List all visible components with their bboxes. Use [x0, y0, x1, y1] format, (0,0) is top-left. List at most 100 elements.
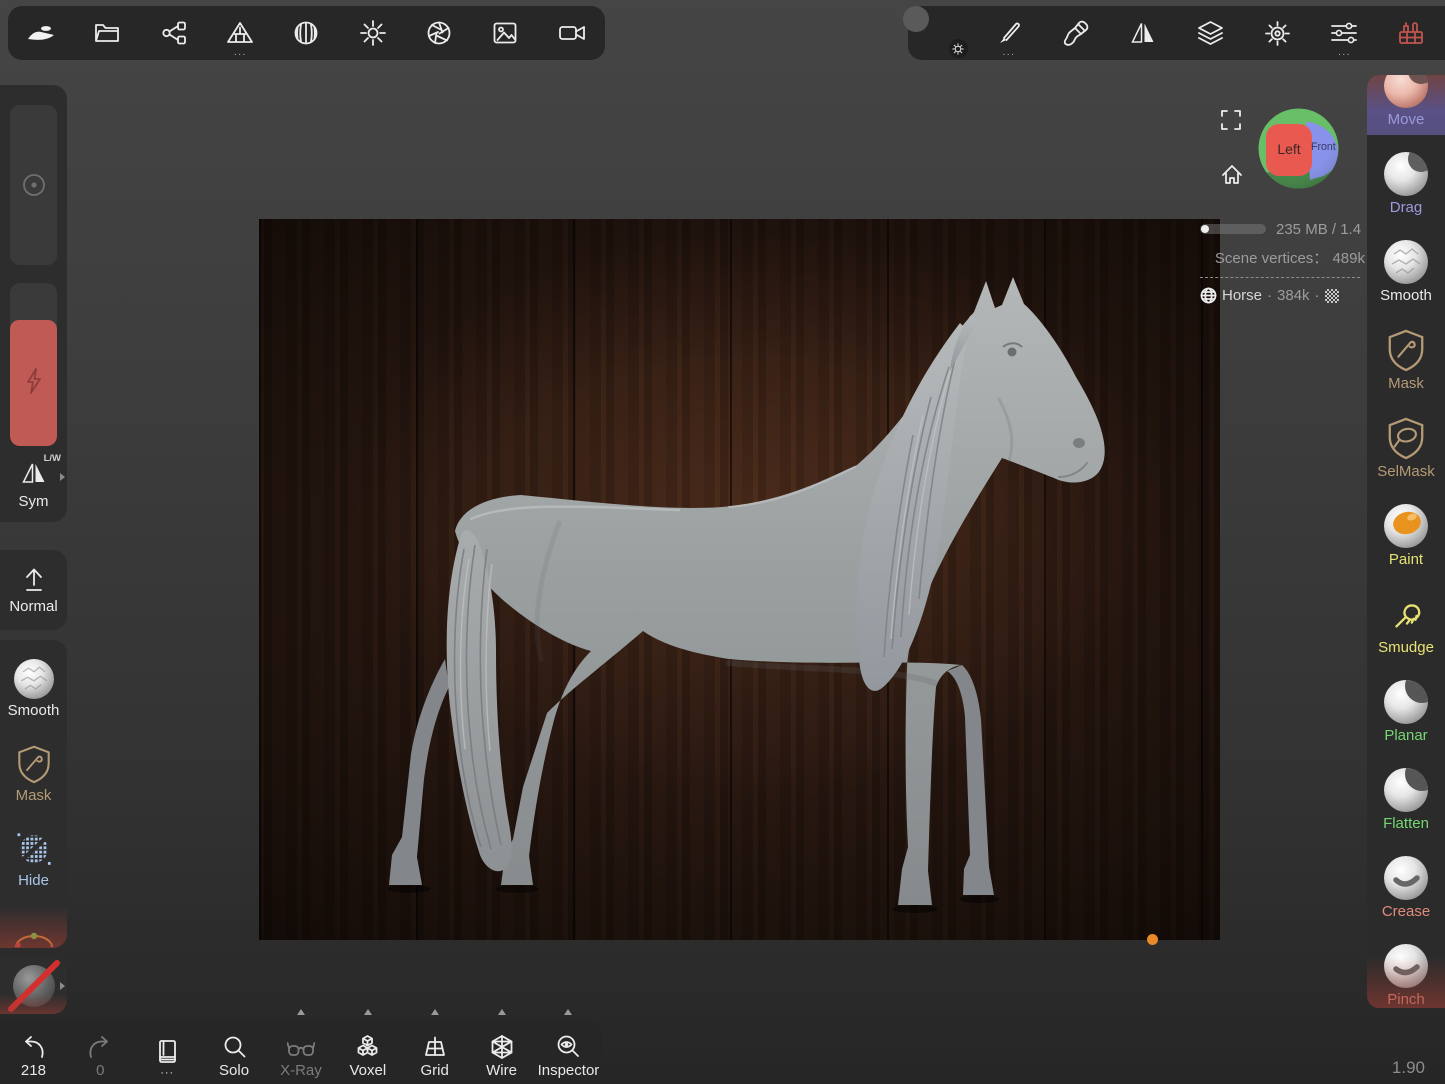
undo-button[interactable]: 218 [0, 1020, 66, 1084]
grid-button[interactable]: Grid [402, 1020, 468, 1084]
object-vertices: 384k [1277, 287, 1310, 304]
wire-button[interactable]: Wire [469, 1020, 535, 1084]
more-indicator: ··· [1319, 51, 1369, 59]
mask-quick-icon [15, 744, 53, 784]
painting-button[interactable] [1051, 6, 1101, 60]
tool-flatten[interactable]: Flatten [1367, 751, 1445, 839]
settings-toolbar: ··· [908, 6, 1445, 60]
layers-button[interactable] [1185, 6, 1235, 60]
strength-slider[interactable] [10, 283, 57, 446]
expand-caret-icon[interactable] [60, 982, 65, 990]
menu-caret-icon [564, 1009, 572, 1015]
tool-planar[interactable]: Planar [1367, 663, 1445, 751]
redo-button[interactable]: 0 [67, 1020, 133, 1084]
brush-settings-gear-icon[interactable] [949, 39, 968, 58]
voxel-cubes-icon [354, 1034, 381, 1060]
hide-quick-icon [13, 829, 55, 869]
menu-caret-icon [297, 1009, 305, 1015]
symmetry-button[interactable] [1118, 6, 1168, 60]
brush-preview-button[interactable] [917, 6, 967, 60]
toolbox-button[interactable] [1386, 6, 1436, 60]
symmetry-icon [0, 461, 67, 485]
disable-sphere-panel[interactable] [0, 958, 67, 1014]
grid-icon [422, 1034, 448, 1060]
view-controls [1221, 110, 1243, 186]
planar-tool-icon [1384, 680, 1428, 724]
xray-glasses-icon [287, 1038, 315, 1060]
settings-gear-button[interactable] [1252, 6, 1302, 60]
tool-crease[interactable]: Crease [1367, 839, 1445, 927]
quick-mask[interactable]: Mask [0, 725, 67, 810]
scene-vertices-label: Scene vertices： [1215, 250, 1328, 267]
files-button[interactable] [82, 6, 132, 60]
brush-sliders-panel: L/W Sym [0, 85, 67, 522]
postprocess-button[interactable] [414, 6, 464, 60]
horse-model[interactable] [259, 219, 1220, 940]
mask-tool-icon [1385, 328, 1427, 372]
undo-icon [20, 1036, 46, 1060]
memory-text: 235 MB / 1.4 [1276, 221, 1361, 238]
solo-magnifier-icon [222, 1035, 247, 1060]
scene-vertices-value: 489k [1332, 250, 1365, 267]
bottom-toolbar: 218 0 ··· Solo X-Ray [0, 1020, 602, 1084]
orientation-sphere[interactable]: Left Front [1258, 108, 1339, 189]
tool-smudge[interactable]: Smudge [1367, 575, 1445, 663]
sculpt-viewport[interactable] [259, 219, 1220, 940]
bullet: · [1315, 287, 1320, 304]
tool-drag[interactable]: Drag [1367, 135, 1445, 223]
mesh-sphere-icon [1200, 287, 1217, 304]
wireframe-icon [489, 1034, 515, 1060]
interface-button[interactable]: ··· [1319, 6, 1369, 60]
quick-smooth[interactable]: Smooth [0, 640, 67, 725]
object-name[interactable]: Horse [1222, 287, 1262, 304]
voxel-button[interactable]: Voxel [335, 1020, 401, 1084]
paint-tool-icon [1384, 504, 1428, 548]
tool-mask[interactable]: Mask [1367, 311, 1445, 399]
inspector-eye-icon [555, 1034, 581, 1060]
tool-selmask[interactable]: SelMask [1367, 399, 1445, 487]
inspector-button[interactable]: Inspector [535, 1020, 601, 1084]
scene-graph-button[interactable] [149, 6, 199, 60]
redo-count: 0 [96, 1062, 104, 1079]
background-image-button[interactable] [480, 6, 530, 60]
material-button[interactable] [281, 6, 331, 60]
stroke-button[interactable]: ··· [984, 6, 1034, 60]
solo-button[interactable]: Solo [201, 1020, 267, 1084]
crease-tool-icon [1384, 856, 1428, 900]
tool-paint[interactable]: Paint [1367, 487, 1445, 575]
bullet: · [1267, 287, 1272, 304]
menu-caret-icon [431, 1009, 439, 1015]
symmetry-toggle[interactable]: L/W Sym [0, 453, 67, 515]
radius-slider[interactable] [10, 105, 57, 265]
tool-sidebar: Move Drag Smooth Mask SelMask [1367, 75, 1445, 1008]
selmask-tool-icon [1385, 416, 1427, 460]
topology-button[interactable]: ··· [215, 6, 265, 60]
redo-icon [87, 1036, 113, 1060]
tool-pinch[interactable]: Pinch [1367, 927, 1445, 1008]
xray-button[interactable]: X-Ray [268, 1020, 334, 1084]
drag-tool-icon [1384, 152, 1428, 196]
dyntopo-indicator-icon [1325, 289, 1339, 303]
nomad-logo[interactable] [16, 6, 66, 60]
home-icon[interactable] [1221, 164, 1243, 186]
tool-smooth[interactable]: Smooth [1367, 223, 1445, 311]
no-sphere-icon [6, 959, 62, 1013]
app-version: 1.90 [1392, 1058, 1425, 1078]
quick-tools-panel: Smooth Mask Hide [0, 640, 67, 948]
tool-move[interactable]: Move [1367, 75, 1445, 135]
camera-button[interactable] [547, 6, 597, 60]
falloff-panel[interactable]: Normal [0, 550, 67, 630]
history-button[interactable]: ··· [134, 1020, 200, 1084]
touch-indicator-dot [1147, 934, 1158, 945]
quick-hide[interactable]: Hide [0, 810, 67, 895]
symmetry-label: Sym [0, 493, 67, 510]
smooth-quick-icon [14, 659, 54, 699]
menu-caret-icon [498, 1009, 506, 1015]
smooth-tool-icon [1384, 240, 1428, 284]
more-indicator: ··· [160, 1067, 174, 1079]
gizmo-peek-icon[interactable] [0, 932, 67, 948]
fullscreen-icon[interactable] [1221, 110, 1241, 130]
memory-bar [1200, 224, 1266, 234]
lighting-button[interactable] [348, 6, 398, 60]
more-indicator: ··· [215, 51, 265, 59]
